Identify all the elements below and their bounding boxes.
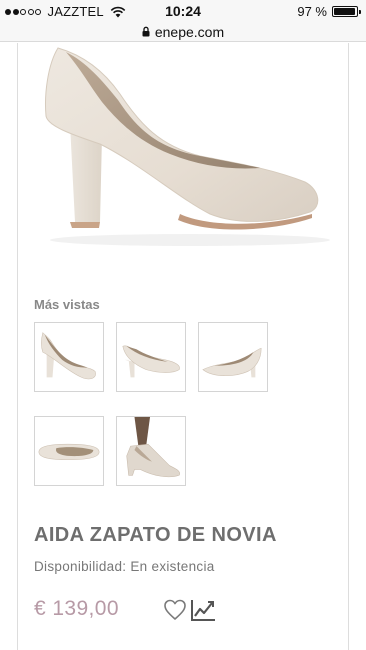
page-border-right bbox=[348, 43, 349, 650]
shoe-side-view-thumbnail-icon bbox=[41, 332, 96, 380]
address-bar[interactable]: enepe.com bbox=[0, 22, 366, 42]
page-border-left bbox=[17, 43, 18, 650]
thumbnail-worn[interactable] bbox=[116, 416, 186, 486]
lock-icon bbox=[142, 26, 150, 37]
status-bar: JAZZTEL 10:24 97 % bbox=[0, 0, 366, 22]
thumbnail-back-angle[interactable] bbox=[198, 322, 268, 392]
shoe-worn-thumbnail-icon bbox=[126, 417, 180, 478]
product-title: AIDA ZAPATO DE NOVIA bbox=[34, 524, 277, 546]
chart-icon[interactable] bbox=[190, 598, 216, 622]
thumbnail-side-view[interactable] bbox=[34, 322, 104, 392]
shoe-front-angle-thumbnail-icon bbox=[122, 345, 180, 378]
thumbnail-front-angle[interactable] bbox=[116, 322, 186, 392]
product-main-image[interactable] bbox=[30, 44, 330, 284]
battery-percentage: 97 % bbox=[297, 4, 327, 19]
shoe-back-angle-thumbnail-icon bbox=[202, 347, 262, 378]
status-right: 97 % bbox=[297, 4, 361, 19]
product-price: € 139,00 bbox=[34, 597, 119, 620]
heart-icon[interactable] bbox=[163, 598, 187, 622]
url-text[interactable]: enepe.com bbox=[155, 24, 224, 40]
availability-text: Disponibilidad: En existencia bbox=[34, 559, 215, 574]
shoe-top-view-thumbnail-icon bbox=[38, 443, 100, 461]
more-views-heading: Más vistas bbox=[34, 297, 100, 312]
battery-icon bbox=[332, 6, 361, 17]
thumbnail-top-view[interactable] bbox=[34, 416, 104, 486]
